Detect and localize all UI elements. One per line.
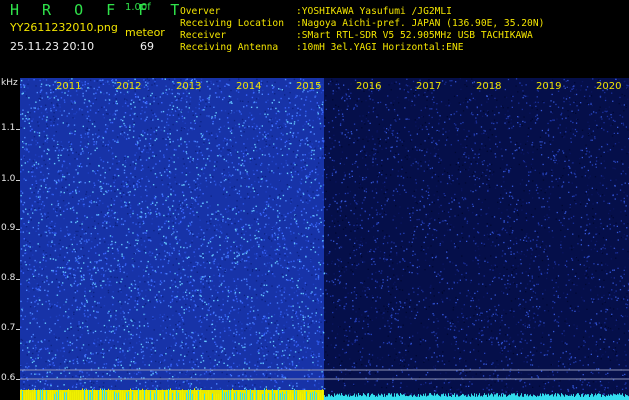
mode-label: meteor [125,26,165,39]
year-label: 2020 [596,81,622,92]
info-row-observer: Overver :YOSHIKAWA Yasufumi /JG2MLI [180,6,544,18]
info-row-antenna: Receiving Antenna :10mH 3el.YAGI Horizon… [180,42,544,54]
info-value: :YOSHIKAWA Yasufumi /JG2MLI [296,6,452,17]
meteor-count: 69 [140,40,154,53]
waterfall-panel: kHz 1.1 1.0 0.9 0.8 0.7 0.6 2011 2012 20… [0,78,629,400]
year-label: 2013 [176,81,202,92]
year-label: 2017 [416,81,442,92]
ytick-label: 0.9 [1,223,16,233]
info-row-location: Receiving Location :Nagoya Aichi-pref. J… [180,18,544,30]
header-panel: H R O F F T 1.00f YY2611232010.png meteo… [0,0,629,78]
year-label: 2012 [116,81,142,92]
info-value: :Nagoya Aichi-pref. JAPAN (136.90E, 35.2… [296,18,545,29]
ytick-label: 0.7 [1,323,16,333]
version-label: 1.00f [125,2,151,13]
ytick-label: 1.1 [1,123,16,133]
ytick-label: 0.6 [1,373,16,383]
info-label: Receiving Antenna [180,42,279,53]
info-row-receiver: Receiver :SMart RTL-SDR V5 52.905MHz USB… [180,30,544,42]
ytick-label: 1.0 [1,174,16,184]
year-label: 2018 [476,81,502,92]
year-label: 2011 [56,81,82,92]
info-value: :SMart RTL-SDR V5 52.905MHz USB TACHIKAW… [296,30,533,41]
station-info: Overver :YOSHIKAWA Yasufumi /JG2MLI Rece… [180,6,544,54]
ytick-label: 0.8 [1,273,16,283]
year-label: 2016 [356,81,382,92]
filename-label: YY2611232010.png [10,21,118,34]
info-label: Receiving Location [180,18,284,29]
datetime-label: 25.11.23 20:10 [10,40,95,53]
year-label: 2014 [236,81,262,92]
info-label: Receiver [180,30,227,41]
year-label: 2019 [536,81,562,92]
waterfall-spectrogram [20,78,629,400]
frequency-axis-label: kHz [1,78,18,88]
app-title: H R O F F T [10,1,187,19]
info-label: Overver [180,6,221,17]
info-value: :10mH 3el.YAGI Horizontal:ENE [296,42,464,53]
year-label: 2015 [296,81,322,92]
